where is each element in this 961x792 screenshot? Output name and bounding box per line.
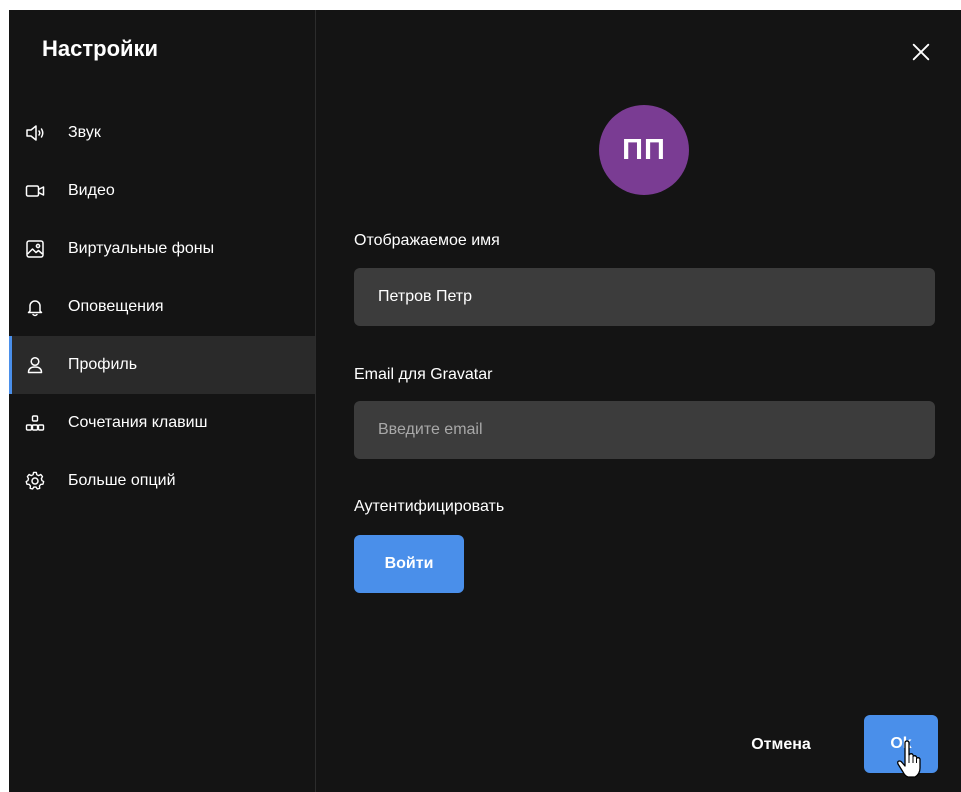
settings-nav: Звук Видео Виртуальные фоны Оповещения П…: [9, 104, 315, 510]
profile-panel: ПП Отображаемое имя Email для Gravatar А…: [316, 10, 961, 792]
sidebar-item-label: Сочетания клавиш: [68, 414, 208, 431]
image-icon: [25, 239, 45, 259]
sidebar-item-label: Оповещения: [68, 298, 164, 315]
speaker-icon: [25, 123, 45, 143]
sidebar-item-virtual-backgrounds[interactable]: Виртуальные фоны: [9, 220, 315, 278]
sidebar-item-profile[interactable]: Профиль: [9, 336, 315, 394]
sidebar-title: Настройки: [42, 36, 159, 61]
display-name-field[interactable]: [354, 268, 935, 326]
bell-icon: [25, 297, 45, 317]
sidebar-item-shortcuts[interactable]: Сочетания клавиш: [9, 394, 315, 452]
close-icon: [912, 43, 930, 61]
auth-label: Аутентифицировать: [354, 498, 505, 515]
sidebar-item-more-options[interactable]: Больше опций: [9, 452, 315, 510]
sidebar-item-notifications[interactable]: Оповещения: [9, 278, 315, 336]
close-button[interactable]: [909, 40, 933, 64]
login-button[interactable]: Войти: [354, 535, 464, 593]
email-label: Email для Gravatar: [354, 366, 493, 383]
display-name-label: Отображаемое имя: [354, 232, 500, 249]
ok-button[interactable]: Ok: [864, 715, 938, 773]
sidebar-item-sound[interactable]: Звук: [9, 104, 315, 162]
settings-dialog: Настройки Звук Видео Виртуальные фоны Оп…: [9, 10, 961, 792]
user-icon: [25, 355, 45, 375]
sidebar-item-label: Звук: [68, 124, 101, 141]
gear-icon: [25, 471, 45, 491]
sidebar-item-label: Виртуальные фоны: [68, 240, 215, 257]
cancel-button[interactable]: Отмена: [726, 716, 836, 774]
video-camera-icon: [25, 181, 45, 201]
sidebar-item-label: Больше опций: [68, 472, 176, 489]
email-field[interactable]: [354, 401, 935, 459]
sidebar-item-label: Профиль: [68, 356, 138, 373]
shortcuts-icon: [25, 413, 45, 433]
settings-sidebar: Настройки Звук Видео Виртуальные фоны Оп…: [9, 10, 316, 792]
avatar: ПП: [599, 105, 689, 195]
sidebar-item-video[interactable]: Видео: [9, 162, 315, 220]
sidebar-item-label: Видео: [68, 182, 115, 199]
